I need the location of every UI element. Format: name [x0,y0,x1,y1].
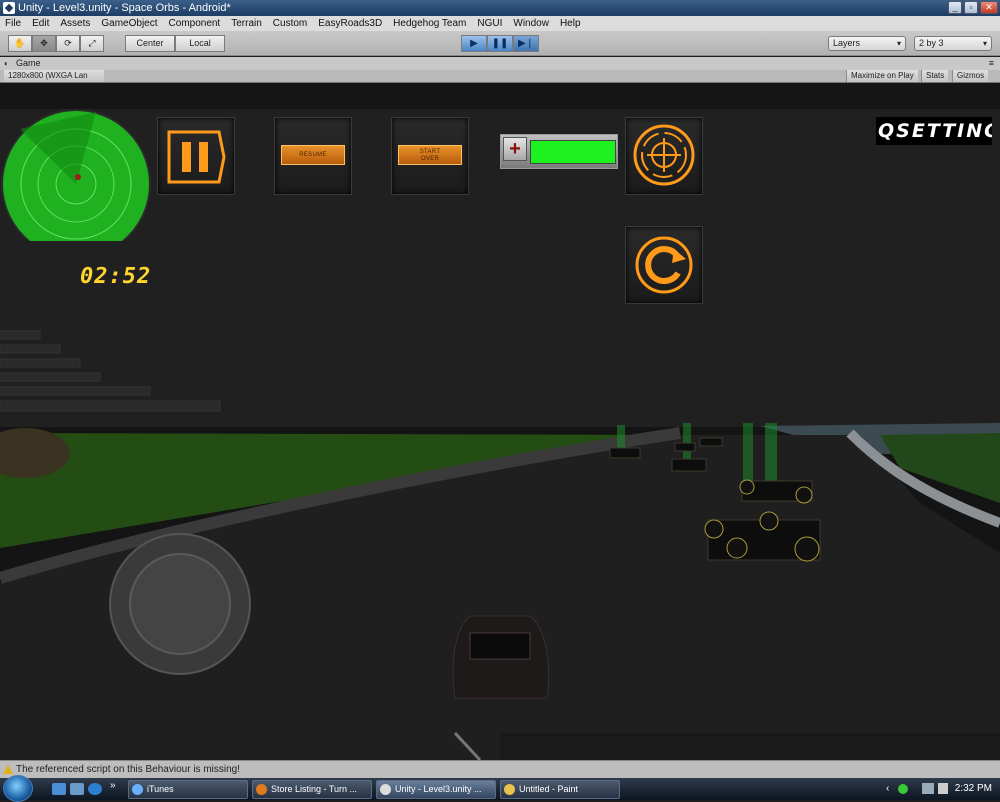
start-button[interactable] [3,775,33,802]
menu-terrain[interactable]: Terrain [226,16,268,31]
tab-game[interactable]: Game [4,57,41,70]
switch-windows-icon[interactable] [70,783,84,795]
race-timer: 02:52 [80,264,152,289]
tab-menu-icon[interactable]: ≡ [989,57,994,70]
start-over-panel: START OVER [391,117,469,195]
pivot-center-button[interactable]: Center [125,35,175,52]
maximize-on-play-toggle[interactable]: Maximize on Play [846,70,918,82]
firefox-icon [256,784,267,795]
warning-icon [3,765,13,774]
taskbar-item-firefox[interactable]: Store Listing - Turn ... [252,780,372,799]
resolution-dropdown[interactable]: 1280x800 (WXGA Lan [4,70,104,82]
start-over-line1: START [419,149,441,155]
move-icon[interactable]: ✥ [32,35,56,52]
clock[interactable]: 2:32 PM [955,778,992,800]
rotate-icon[interactable]: ⟳ [56,35,80,52]
health-plus-icon: + [503,137,527,161]
gizmos-dropdown[interactable]: Gizmos [952,70,989,82]
window-title: Unity - Level3.unity - Space Orbs - Andr… [18,2,231,14]
pivot-toggles: Center Local [125,35,225,52]
unity-icon [380,784,391,795]
console-status-bar[interactable]: The referenced script on this Behaviour … [0,760,1000,778]
layers-label: Layers [833,38,861,48]
status-message: The referenced script on this Behaviour … [16,764,240,775]
menu-component[interactable]: Component [164,16,227,31]
taskbar-item-label: Untitled - Paint [519,784,579,794]
windows-taskbar: » iTunes Store Listing - Turn ... Unity … [0,775,1000,802]
resume-button[interactable]: RESUME [281,145,345,165]
settings-button[interactable]: QSETTINGS [876,117,992,145]
health-bar [530,140,616,164]
toolbar: ✋ ✥ ⟳ ⤢ Center Local ▶ ❚❚ ▶❘ Layers ▾ 2 b… [0,31,1000,56]
pause-icon [167,130,226,184]
menu-assets[interactable]: Assets [55,16,96,31]
restart-panel[interactable] [625,226,703,304]
tray-expand-icon[interactable]: ‹ [886,778,889,800]
quick-launch-more-icon[interactable]: » [110,780,116,791]
taskbar-item-label: iTunes [147,784,174,794]
game-tab-header: Game ≡ [0,57,1000,70]
layers-dropdown[interactable]: Layers ▾ [828,36,906,51]
taskbar-item-unity[interactable]: Unity - Level3.unity ... [376,780,496,799]
internet-explorer-icon[interactable] [88,783,102,795]
play-icon[interactable]: ▶ [461,35,487,52]
window-title-bar: Unity - Level3.unity - Space Orbs - Andr… [0,0,1000,16]
layout-label: 2 by 3 [919,38,944,48]
layout-dropdown[interactable]: 2 by 3 ▾ [914,36,992,51]
unity-logo-icon [3,2,15,14]
radar-minimap [1,109,151,241]
chevron-down-icon: ▾ [896,39,901,48]
playback-controls: ▶ ❚❚ ▶❘ [461,35,539,52]
taskbar-item-label: Store Listing - Turn ... [271,784,358,794]
health-fill [531,141,615,163]
tray-status-icon[interactable] [898,784,908,794]
stats-toggle[interactable]: Stats [921,70,949,82]
scale-icon[interactable]: ⤢ [80,35,104,52]
paint-icon [504,784,515,795]
menu-easyroads3d[interactable]: EasyRoads3D [313,16,388,31]
menu-gameobject[interactable]: GameObject [96,16,163,31]
menu-ngui[interactable]: NGUI [472,16,508,31]
resume-panel: RESUME [274,117,352,195]
start-over-line2: OVER [420,156,440,162]
restart-icon [635,236,693,294]
aim-panel[interactable] [625,117,703,195]
game-view-bar: 1280x800 (WXGA Lan Maximize on Play Stat… [0,70,1000,83]
show-desktop-icon[interactable] [52,783,66,795]
menu-hedgehog-team[interactable]: Hedgehog Team [388,16,472,31]
itunes-icon [132,784,143,795]
crosshair-icon [633,124,695,186]
menu-custom[interactable]: Custom [268,16,313,31]
network-icon[interactable] [922,783,934,794]
minimize-icon[interactable]: _ [948,1,962,14]
close-icon[interactable]: ✕ [980,1,998,14]
menu-window[interactable]: Window [508,16,555,31]
taskbar-item-label: Unity - Level3.unity ... [395,784,482,794]
menu-edit[interactable]: Edit [27,16,55,31]
taskbar-item-itunes[interactable]: iTunes [128,780,248,799]
game-view[interactable]: 02:52 RESUME START OVER + QSETTIN [0,83,1000,760]
pivot-local-button[interactable]: Local [175,35,225,52]
chevron-down-icon: ▾ [982,39,987,48]
maximize-icon[interactable]: ▫ [964,1,978,14]
health-meter: + [500,134,618,169]
hand-icon[interactable]: ✋ [8,35,32,52]
step-icon[interactable]: ▶❘ [513,35,539,52]
pause-panel[interactable] [157,117,235,195]
menu-file[interactable]: File [0,16,27,31]
taskbar-item-paint[interactable]: Untitled - Paint [500,780,620,799]
transform-tools: ✋ ✥ ⟳ ⤢ [8,35,104,52]
window-controls: _ ▫ ✕ [948,1,998,14]
menu-help[interactable]: Help [555,16,587,31]
volume-icon[interactable] [938,783,948,794]
start-over-button[interactable]: START OVER [398,145,462,165]
system-tray: ‹ 2:32 PM [880,778,1000,800]
menu-bar: File Edit Assets GameObject Component Te… [0,16,1000,31]
pause-icon[interactable]: ❚❚ [487,35,513,52]
